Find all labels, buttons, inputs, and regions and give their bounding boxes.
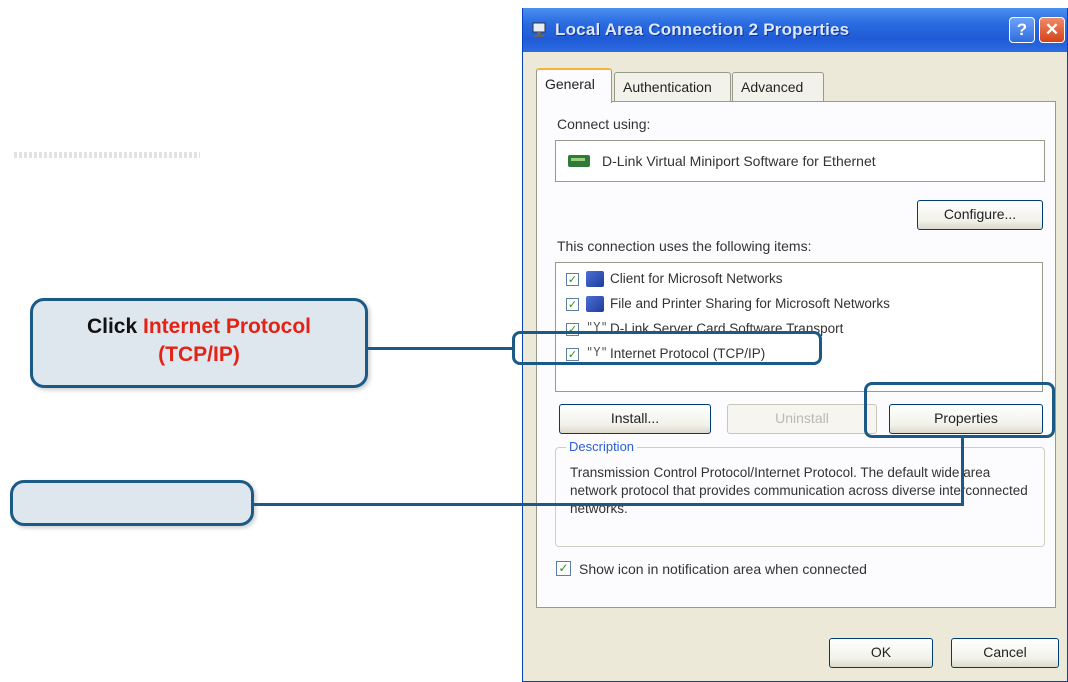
ok-button[interactable]: OK xyxy=(829,638,933,668)
uninstall-button: Uninstall xyxy=(727,404,877,434)
help-button[interactable]: ? xyxy=(1009,17,1035,43)
adapter-name: D-Link Virtual Miniport Software for Eth… xyxy=(602,153,876,169)
item-checkbox[interactable]: ✓ xyxy=(566,273,579,286)
callout-second-line: (TCP/IP) xyxy=(158,343,240,366)
connect-using-label: Connect using: xyxy=(557,116,651,132)
empty-callout xyxy=(10,480,254,526)
show-icon-label: Show icon in notification area when conn… xyxy=(579,561,867,577)
close-button[interactable]: ✕ xyxy=(1039,17,1065,43)
cancel-button[interactable]: Cancel xyxy=(951,638,1059,668)
connector-line xyxy=(366,347,514,350)
network-client-icon xyxy=(586,271,604,287)
items-label: This connection uses the following items… xyxy=(557,238,812,254)
description-legend: Description xyxy=(566,439,638,454)
faint-separator xyxy=(14,152,200,158)
tab-advanced[interactable]: Advanced xyxy=(732,72,824,102)
adapter-field: D-Link Virtual Miniport Software for Eth… xyxy=(555,140,1045,182)
tab-authentication[interactable]: Authentication xyxy=(614,72,731,102)
window-title: Local Area Connection 2 Properties xyxy=(555,20,850,39)
install-button[interactable]: Install... xyxy=(559,404,711,434)
item-label: Client for Microsoft Networks xyxy=(610,271,783,286)
instruction-callout: Click Internet Protocol (TCP/IP) xyxy=(30,298,368,388)
item-label: File and Printer Sharing for Microsoft N… xyxy=(610,296,890,311)
connector-line xyxy=(961,436,964,506)
list-item[interactable]: ✓ File and Printer Sharing for Microsoft… xyxy=(566,294,1036,316)
network-connection-icon xyxy=(532,22,546,37)
callout-prefix: Click xyxy=(86,315,143,338)
callout-text: Click Internet Protocol (TCP/IP) xyxy=(33,313,365,369)
title-bar[interactable]: Local Area Connection 2 Properties ? ✕ xyxy=(523,8,1067,52)
properties-highlight xyxy=(864,382,1055,438)
tab-general[interactable]: General xyxy=(536,68,612,103)
connection-items-list[interactable]: ✓ Client for Microsoft Networks ✓ File a… xyxy=(555,262,1043,392)
network-adapter-icon xyxy=(568,155,590,167)
callout-highlight: Internet Protocol xyxy=(143,315,312,338)
description-group: Description Transmission Control Protoco… xyxy=(555,439,1045,547)
file-printer-sharing-icon xyxy=(586,296,604,312)
tcpip-highlight xyxy=(512,331,822,365)
item-checkbox[interactable]: ✓ xyxy=(566,298,579,311)
configure-button[interactable]: Configure... xyxy=(917,200,1043,230)
connector-line xyxy=(252,503,964,506)
list-item[interactable]: ✓ Client for Microsoft Networks xyxy=(566,269,1036,291)
show-icon-checkbox[interactable]: ✓ xyxy=(556,561,571,576)
